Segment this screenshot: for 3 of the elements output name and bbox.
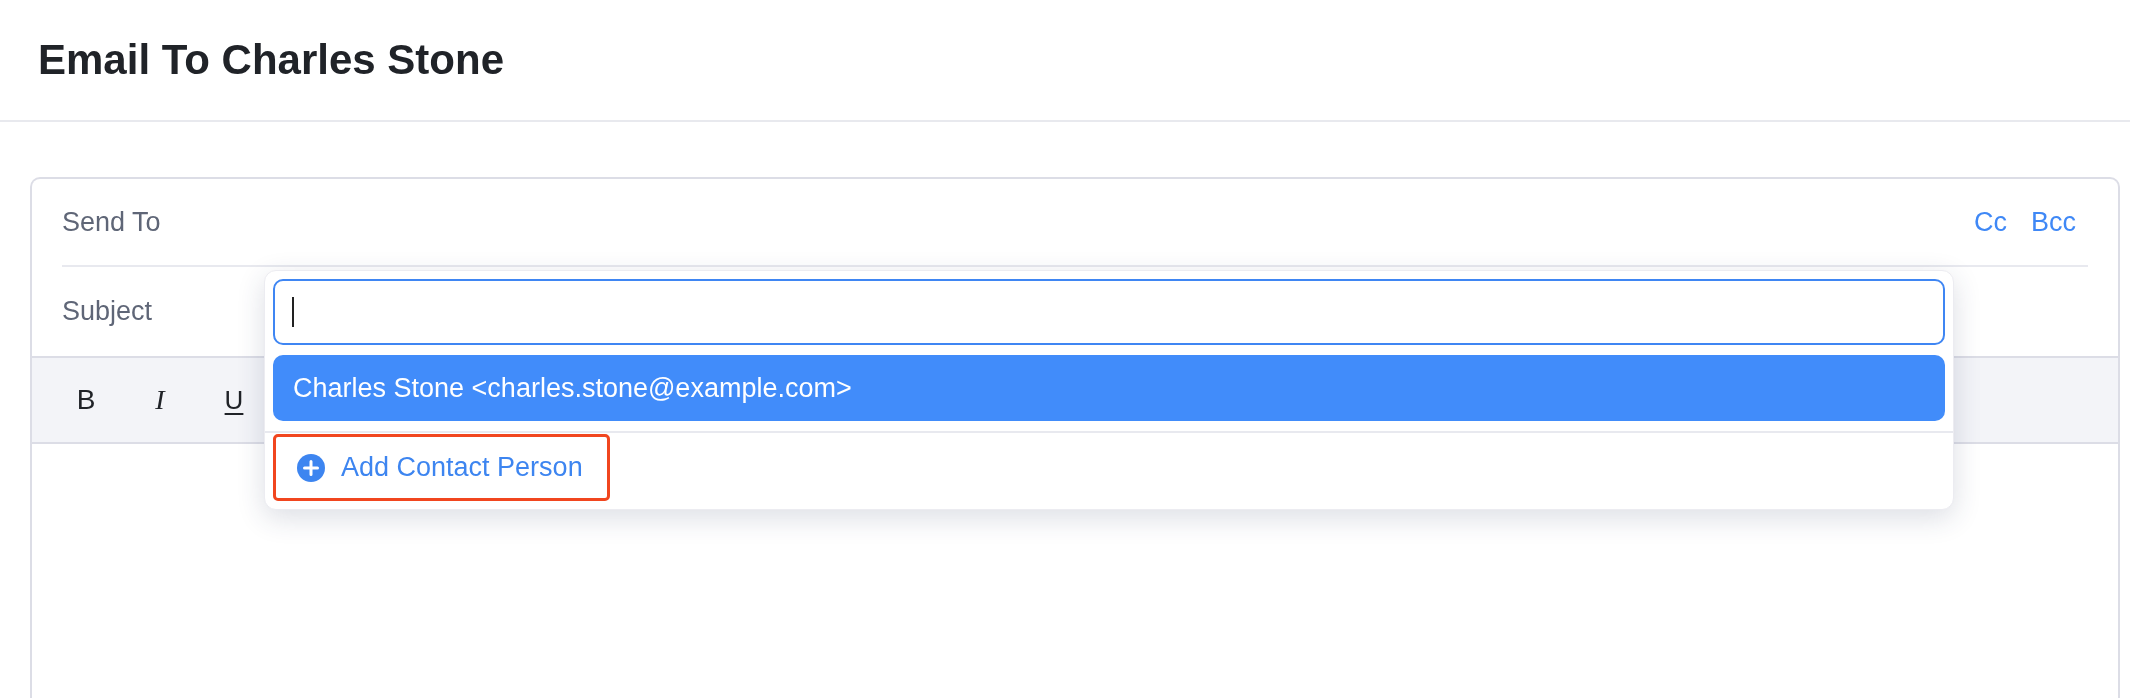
subject-label: Subject: [62, 295, 153, 329]
page-title: Email To Charles Stone: [38, 34, 504, 85]
send-to-label: Send To: [62, 205, 161, 239]
